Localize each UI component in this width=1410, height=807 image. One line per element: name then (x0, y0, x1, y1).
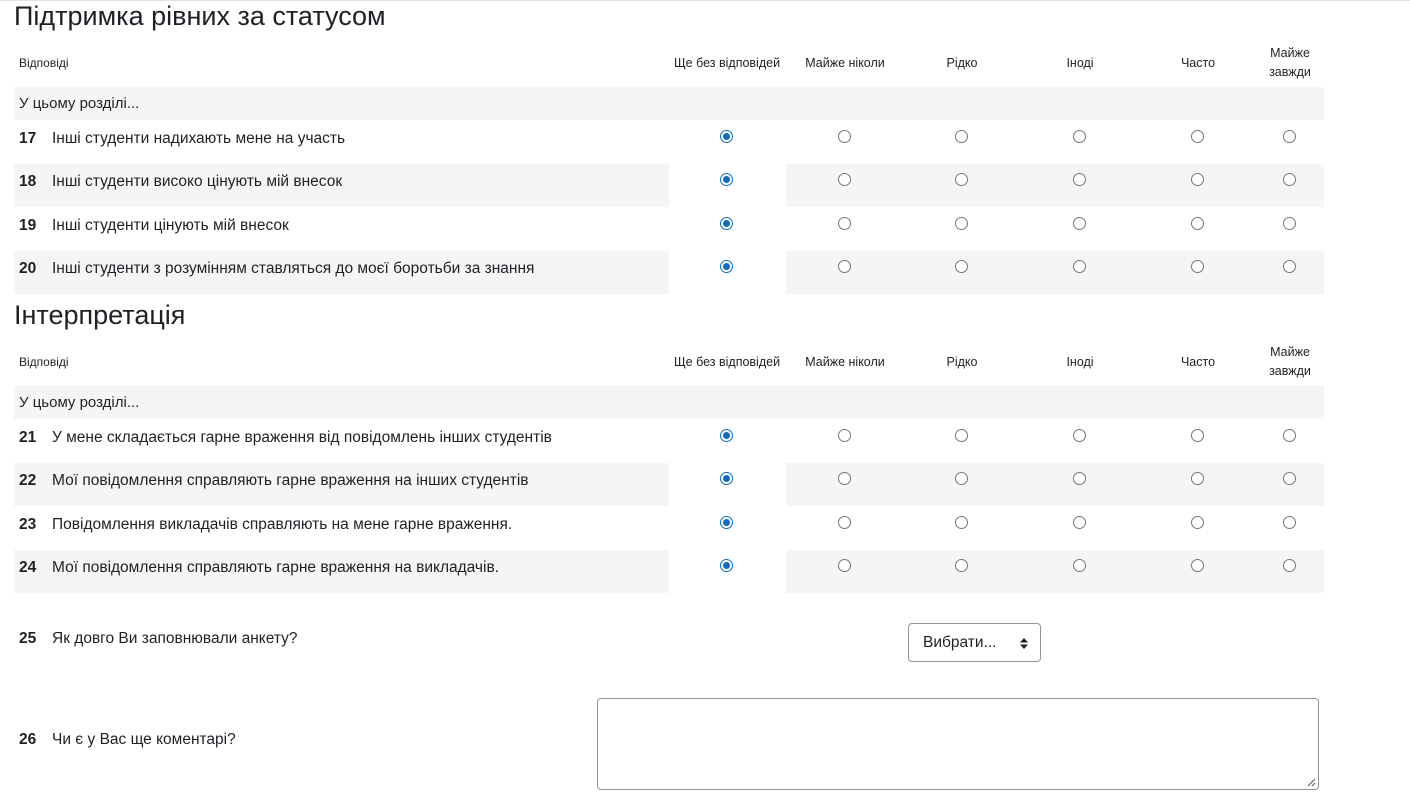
question-text: Чи є у Вас ще коментарі? (52, 731, 236, 748)
radio-button[interactable] (1191, 130, 1204, 143)
radio-button[interactable] (838, 429, 851, 442)
question-number: 23 (19, 515, 37, 533)
radio-button[interactable] (1073, 130, 1086, 143)
radio-button[interactable] (1191, 558, 1204, 572)
table-header: Відповіді Ще без відповідей Майже ніколи Рі… (14, 339, 1324, 385)
question-row: 21 У мене складається гарне враження від … (14, 420, 1324, 463)
question-number: 26 (19, 731, 37, 748)
question-row: 22 Мої повідомлення справляють гарне враж… (14, 463, 1324, 507)
question-text: Інші студенти цінують мій внесок (52, 216, 289, 234)
radio-button[interactable] (955, 216, 968, 230)
radio-button[interactable] (720, 472, 733, 486)
section-subheading: У цьому розділі... (14, 87, 1324, 120)
question-row: 23 Повідомлення викладачів справляють на … (14, 507, 1324, 550)
question-number: 17 (19, 130, 37, 147)
radio-button[interactable] (1073, 429, 1086, 442)
radio-button[interactable] (838, 216, 851, 230)
column-header: Ще без відповідей (673, 55, 781, 70)
comments-textarea[interactable] (597, 698, 1319, 790)
radio-button[interactable] (955, 558, 968, 572)
table-header: Відповіді Ще без відповідей Майже ніколи Рі… (14, 40, 1324, 86)
question-text: Інші студенти з розумінням ставляться до… (52, 259, 535, 277)
radio-button[interactable] (1283, 558, 1296, 572)
column-header: Рідко (946, 55, 978, 70)
resize-grip-icon[interactable] (1306, 777, 1316, 787)
radio-button[interactable] (838, 130, 851, 143)
question-text: Інші студенти надихають мене на участь (52, 130, 346, 147)
column-header: Майже завжди (1269, 345, 1311, 378)
question-row: 20 Інші студенти з розумінням ставляться … (14, 250, 1324, 294)
radio-button[interactable] (1073, 259, 1086, 273)
column-header: Іноді (1066, 55, 1094, 70)
column-header: Часто (1180, 354, 1216, 369)
question-number: 20 (19, 259, 37, 277)
question-text: Інші студенти високо цінують мій внесок (52, 173, 343, 191)
question-number: 19 (19, 216, 37, 234)
radio-button[interactable] (1191, 429, 1204, 442)
radio-button[interactable] (720, 515, 733, 529)
column-header: Майже завжди (1269, 46, 1311, 79)
radio-button[interactable] (1283, 130, 1296, 143)
radio-button[interactable] (955, 259, 968, 273)
radio-button[interactable] (838, 558, 851, 572)
radio-button[interactable] (720, 216, 733, 230)
column-header: Майже ніколи (805, 354, 885, 369)
radio-button[interactable] (720, 130, 733, 143)
radio-button[interactable] (1283, 216, 1296, 230)
radio-button[interactable] (1283, 259, 1296, 273)
radio-button[interactable] (838, 259, 851, 273)
column-header: Ще без відповідей (673, 354, 781, 369)
question-number: 21 (19, 429, 37, 446)
question-number: 24 (19, 558, 37, 576)
radio-button[interactable] (1073, 216, 1086, 230)
radio-button[interactable] (1191, 216, 1204, 230)
question-text: Мої повідомлення справляють гарне вражен… (52, 558, 499, 576)
question-row: 17 Інші студенти надихають мене на участь (14, 121, 1324, 164)
header-label: Відповіді (19, 355, 69, 369)
radio-button[interactable] (838, 515, 851, 529)
question-number: 18 (19, 173, 37, 191)
radio-button[interactable] (955, 515, 968, 529)
sort-caret-icon (1020, 638, 1028, 649)
radio-button[interactable] (720, 173, 733, 187)
question-number: 25 (19, 630, 37, 647)
question-text: Мої повідомлення справляють гарне вражен… (52, 472, 529, 490)
column-header: Рідко (946, 354, 978, 369)
radio-button[interactable] (720, 259, 733, 273)
section-subheading: У цьому розділі... (14, 386, 1324, 419)
radio-button[interactable] (1191, 515, 1204, 529)
question-text: Як довго Ви заповнювали анкету? (52, 630, 298, 647)
column-header: Часто (1180, 55, 1216, 70)
radio-button[interactable] (955, 130, 968, 143)
section-title: Підтримка рівних за статусом (14, 1, 386, 31)
radio-button[interactable] (1191, 259, 1204, 273)
radio-button[interactable] (955, 429, 968, 442)
question-row: 18 Інші студенти високо цінують мій внесо… (14, 164, 1324, 208)
question-row: 24 Мої повідомлення справляють гарне враж… (14, 549, 1324, 593)
question-text: У мене складається гарне враження від по… (52, 429, 552, 446)
question-number: 22 (19, 472, 37, 490)
radio-button[interactable] (1073, 558, 1086, 572)
radio-button[interactable] (1283, 429, 1296, 442)
section-title: Інтерпретація (14, 300, 186, 330)
radio-button[interactable] (720, 558, 733, 572)
radio-button[interactable] (1073, 515, 1086, 529)
select-value: Вибрати... (923, 634, 997, 651)
question-row: 19 Інші студенти цінують мій внесок (14, 208, 1324, 251)
radio-button[interactable] (1283, 515, 1296, 529)
column-header: Майже ніколи (805, 55, 885, 70)
column-header: Іноді (1066, 354, 1094, 369)
header-label: Відповіді (19, 56, 69, 70)
duration-select[interactable]: Вибрати... (908, 623, 1041, 662)
question-text: Повідомлення викладачів справляють на ме… (52, 515, 513, 533)
radio-button[interactable] (720, 429, 733, 442)
